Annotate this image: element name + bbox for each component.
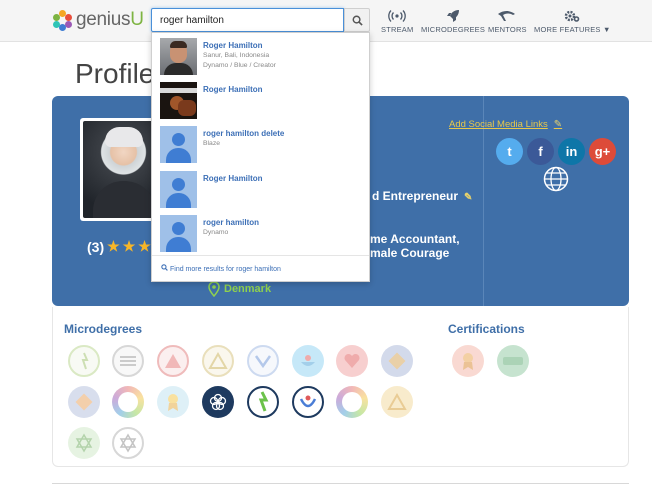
edit-pencil-icon: ✎ <box>553 119 563 130</box>
nav-microdegrees[interactable]: MICRODEGREES <box>421 10 485 34</box>
certification-badge[interactable] <box>497 345 529 377</box>
microdegree-badge[interactable] <box>157 386 189 418</box>
map-pin-icon <box>208 281 220 297</box>
result-thumbnail <box>160 38 197 75</box>
search-button[interactable] <box>344 8 370 32</box>
default-avatar-icon <box>160 126 197 163</box>
result-location: Sanur, Bali, Indonesia <box>203 52 270 59</box>
result-thumbnail <box>160 82 197 119</box>
nav-stream-label: STREAM <box>381 25 414 34</box>
profile-bio-line-2: male Courage <box>370 246 450 260</box>
certification-badge[interactable] <box>452 345 484 377</box>
search-result-item[interactable]: Roger Hamilton <box>160 171 365 211</box>
dolphin-icon <box>498 11 516 21</box>
add-social-media-links[interactable]: Add Social Media Links ✎ <box>449 119 562 130</box>
profile-tagline-text: d Entrepreneur <box>372 189 459 203</box>
twitter-icon[interactable]: t <box>496 138 523 165</box>
search-bar <box>151 8 370 32</box>
logo-mark-icon <box>52 10 72 31</box>
result-profile-type: Dynamo / Blue / Creator <box>203 62 276 69</box>
nav-stream[interactable]: STREAM <box>381 10 413 34</box>
broadcast-icon <box>388 10 407 22</box>
footer-divider <box>52 483 629 484</box>
microdegree-badge[interactable] <box>68 386 100 418</box>
nav-mentors-label: MENTORS <box>488 25 527 34</box>
result-name: roger hamilton <box>203 218 260 227</box>
microdegree-badge[interactable] <box>247 386 279 418</box>
star-icon: ★ <box>122 238 136 254</box>
chevron-down-icon: ▼ <box>602 25 611 34</box>
search-result-item[interactable]: Roger Hamilton Sanur, Bali, Indonesia Dy… <box>160 38 365 78</box>
add-social-media-links-label: Add Social Media Links <box>449 119 548 130</box>
default-avatar-icon <box>160 171 197 208</box>
globe-icon[interactable] <box>543 166 569 192</box>
edit-pencil-icon[interactable]: ✎ <box>464 192 472 203</box>
microdegrees-heading: Microdegrees <box>64 322 143 336</box>
rating: (3) ★ ★ ★ <box>87 238 151 255</box>
nav-microdegrees-label: MICRODEGREES <box>421 25 486 34</box>
social-icons: t f in g+ <box>496 138 616 165</box>
microdegree-badge[interactable] <box>247 345 279 377</box>
microdegree-badge[interactable] <box>68 427 100 459</box>
facebook-icon[interactable]: f <box>527 138 554 165</box>
microdegree-badge[interactable] <box>336 345 368 377</box>
search-input[interactable] <box>151 8 344 32</box>
rocket-icon <box>447 10 460 22</box>
microdegree-badge[interactable] <box>112 386 144 418</box>
search-results-dropdown: Roger Hamilton Sanur, Bali, Indonesia Dy… <box>151 32 370 282</box>
default-avatar-icon <box>160 215 197 252</box>
logo-text: geniusU <box>76 9 144 30</box>
certifications-heading: Certifications <box>448 322 525 336</box>
nav-more-features[interactable]: MORE FEATURES ▼ <box>534 10 611 34</box>
search-result-item[interactable]: roger hamilton Dynamo <box>160 215 365 255</box>
gear-icon <box>565 10 580 22</box>
microdegree-badge[interactable] <box>68 345 100 377</box>
nav-mentors[interactable]: MENTORS <box>488 10 527 34</box>
result-profile-type: Dynamo <box>203 229 229 236</box>
microdegree-badge[interactable] <box>202 345 234 377</box>
microdegree-badge[interactable] <box>292 386 324 418</box>
result-name: Roger Hamilton <box>203 41 263 50</box>
microdegree-badge[interactable] <box>112 345 144 377</box>
find-more-results-link[interactable]: Find more results for roger hamilton <box>152 255 369 273</box>
page-title: Profile <box>75 58 155 89</box>
profile-bio-line-1: me Accountant, <box>370 232 460 246</box>
result-name: roger hamilton delete <box>203 129 285 138</box>
google-plus-icon[interactable]: g+ <box>589 138 616 165</box>
search-icon <box>352 15 363 26</box>
find-more-results-label: Find more results for roger hamilton <box>170 266 281 273</box>
search-icon <box>161 264 168 271</box>
star-icon: ★ <box>107 238 120 254</box>
geniusu-logo[interactable]: geniusU <box>52 9 144 31</box>
star-icon: ★ <box>138 238 151 254</box>
search-result-item[interactable]: roger hamilton delete Blaze <box>160 126 365 166</box>
microdegree-badge[interactable] <box>336 386 368 418</box>
profile-location: Denmark <box>208 281 271 297</box>
rating-count: (3) <box>87 238 105 255</box>
microdegree-badge[interactable] <box>157 345 189 377</box>
result-profile-type: Blaze <box>203 140 221 147</box>
profile-tagline: d Entrepreneur ✎ <box>372 189 472 203</box>
nav-more-features-label: MORE FEATURES <box>534 25 601 34</box>
microdegree-badge[interactable] <box>292 345 324 377</box>
microdegree-badge[interactable] <box>381 345 413 377</box>
microdegree-badge[interactable] <box>112 427 144 459</box>
result-name: Roger Hamilton <box>203 174 263 183</box>
microdegree-badge[interactable] <box>202 386 234 418</box>
search-result-item[interactable]: Roger Hamilton <box>160 82 365 122</box>
profile-location-text: Denmark <box>224 283 272 295</box>
linkedin-icon[interactable]: in <box>558 138 585 165</box>
microdegree-badge[interactable] <box>381 386 413 418</box>
result-name: Roger Hamilton <box>203 85 263 94</box>
